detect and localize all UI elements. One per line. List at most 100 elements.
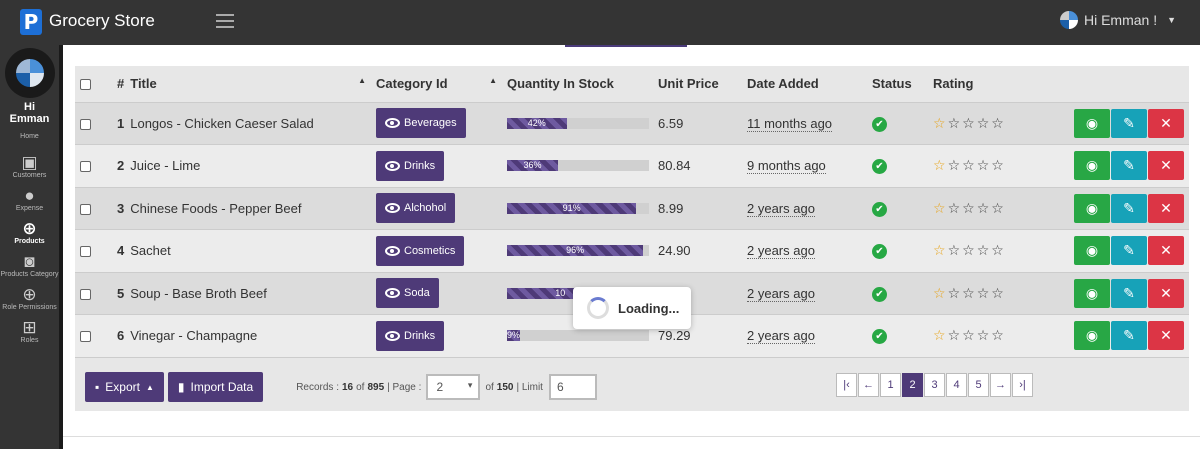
delete-button[interactable]: ✕: [1148, 278, 1184, 308]
star-icon[interactable]: ☆: [948, 200, 963, 216]
page-select[interactable]: 2: [426, 374, 481, 400]
delete-button[interactable]: ✕: [1148, 321, 1184, 351]
row-checkbox[interactable]: [80, 118, 91, 130]
import-data-button[interactable]: ▮ Import Data: [167, 372, 264, 402]
star-icon[interactable]: ☆: [977, 242, 992, 258]
sidebar-item-role-permissions[interactable]: ⊕ Role Permissions: [0, 286, 59, 312]
edit-button[interactable]: ✎: [1111, 151, 1147, 181]
user-menu[interactable]: Hi Emman ! ▼: [1059, 11, 1176, 29]
column-price[interactable]: Unit Price: [658, 66, 747, 103]
sidebar-item-products[interactable]: ⊕ Products: [0, 220, 59, 246]
star-icon[interactable]: ☆: [933, 157, 948, 173]
star-icon[interactable]: ☆: [948, 327, 963, 343]
top-navbar: P Grocery Store Hi Emman ! ▼: [0, 0, 1200, 45]
star-icon[interactable]: ☆: [962, 242, 977, 258]
star-icon[interactable]: ☆: [933, 285, 948, 301]
export-button[interactable]: ▪ Export ▲: [85, 372, 164, 402]
star-icon[interactable]: ☆: [977, 200, 992, 216]
column-status[interactable]: Status: [872, 66, 933, 103]
star-icon[interactable]: ☆: [948, 285, 963, 301]
page-button[interactable]: 4: [946, 373, 967, 397]
star-icon[interactable]: ☆: [991, 285, 1006, 301]
star-icon[interactable]: ☆: [933, 242, 948, 258]
limit-input[interactable]: 6: [548, 374, 597, 400]
star-icon[interactable]: ☆: [933, 327, 948, 343]
select-all-checkbox[interactable]: [80, 79, 91, 91]
category-button[interactable]: Drinks: [376, 320, 445, 351]
sort-up-icon[interactable]: ▲: [358, 76, 366, 85]
row-checkbox[interactable]: [80, 161, 91, 173]
star-icon[interactable]: ☆: [933, 200, 948, 216]
star-icon[interactable]: ☆: [948, 157, 963, 173]
view-button[interactable]: ◉: [1074, 108, 1110, 138]
edit-button[interactable]: ✎: [1111, 321, 1147, 351]
sidebar-item-products-category[interactable]: ◙ Products Category: [0, 253, 59, 279]
row-checkbox[interactable]: [80, 203, 91, 215]
next-page-button[interactable]: →: [990, 373, 1011, 397]
row-checkbox[interactable]: [80, 331, 91, 343]
records-total: 895: [367, 381, 385, 393]
edit-button[interactable]: ✎: [1111, 278, 1147, 308]
star-icon[interactable]: ☆: [962, 285, 977, 301]
edit-button[interactable]: ✎: [1111, 193, 1147, 223]
sort-up-icon[interactable]: ▲: [489, 76, 497, 85]
row-checkbox[interactable]: [80, 246, 91, 258]
star-icon[interactable]: ☆: [933, 115, 948, 131]
star-icon[interactable]: ☆: [991, 115, 1006, 131]
product-title: Soup - Base Broth Beef: [130, 285, 267, 301]
star-icon[interactable]: ☆: [991, 200, 1006, 216]
category-button[interactable]: Cosmetics: [376, 235, 465, 266]
category-button[interactable]: Alchohol: [376, 193, 456, 224]
view-button[interactable]: ◉: [1074, 278, 1110, 308]
star-icon[interactable]: ☆: [962, 157, 977, 173]
category-button[interactable]: Beverages: [376, 108, 466, 139]
star-icon[interactable]: ☆: [948, 115, 963, 131]
category-label: Alchohol: [404, 202, 447, 215]
sidebar-item-customers[interactable]: ▣ Customers: [0, 154, 59, 180]
star-icon[interactable]: ☆: [991, 242, 1006, 258]
star-icon[interactable]: ☆: [962, 327, 977, 343]
sidebar-item-expense[interactable]: ● Expense: [0, 187, 59, 213]
star-icon[interactable]: ☆: [977, 157, 992, 173]
view-button[interactable]: ◉: [1074, 321, 1110, 351]
star-icon[interactable]: ☆: [962, 200, 977, 216]
edit-button[interactable]: ✎: [1111, 236, 1147, 266]
view-button[interactable]: ◉: [1074, 151, 1110, 181]
page-button[interactable]: 1: [880, 373, 901, 397]
app-logo[interactable]: P: [20, 9, 42, 35]
first-page-button[interactable]: |‹: [836, 373, 857, 397]
prev-page-button[interactable]: ←: [858, 373, 879, 397]
hamburger-menu-icon[interactable]: [216, 14, 234, 28]
view-button[interactable]: ◉: [1074, 193, 1110, 223]
view-button[interactable]: ◉: [1074, 236, 1110, 266]
page-button[interactable]: 5: [968, 373, 989, 397]
delete-button[interactable]: ✕: [1148, 193, 1184, 223]
star-icon[interactable]: ☆: [991, 327, 1006, 343]
star-icon[interactable]: ☆: [977, 115, 992, 131]
column-rating[interactable]: Rating: [933, 66, 1068, 103]
app-name[interactable]: Grocery Store: [49, 11, 155, 31]
page-button[interactable]: 3: [924, 373, 945, 397]
last-page-button[interactable]: ›|: [1012, 373, 1033, 397]
category-button[interactable]: Drinks: [376, 150, 445, 181]
star-icon[interactable]: ☆: [991, 157, 1006, 173]
star-icon[interactable]: ☆: [977, 285, 992, 301]
delete-button[interactable]: ✕: [1148, 236, 1184, 266]
edit-button[interactable]: ✎: [1111, 108, 1147, 138]
column-category[interactable]: Category Id ▲: [376, 66, 507, 103]
column-qty[interactable]: Quantity In Stock: [507, 66, 658, 103]
loading-overlay: Loading...: [573, 287, 691, 329]
sidebar-item-roles[interactable]: ⊞ Roles: [0, 319, 59, 345]
row-checkbox[interactable]: [80, 288, 91, 300]
star-icon[interactable]: ☆: [962, 115, 977, 131]
star-icon[interactable]: ☆: [948, 242, 963, 258]
sidebar-item-home[interactable]: Home: [0, 133, 59, 140]
profile-avatar[interactable]: [4, 48, 55, 98]
category-button[interactable]: Soda: [376, 278, 439, 309]
delete-button[interactable]: ✕: [1148, 151, 1184, 181]
page-button-current[interactable]: 2: [902, 373, 923, 397]
star-icon[interactable]: ☆: [977, 327, 992, 343]
column-date[interactable]: Date Added: [747, 66, 872, 103]
delete-button[interactable]: ✕: [1148, 108, 1184, 138]
column-title[interactable]: # Title ▲: [117, 66, 376, 103]
